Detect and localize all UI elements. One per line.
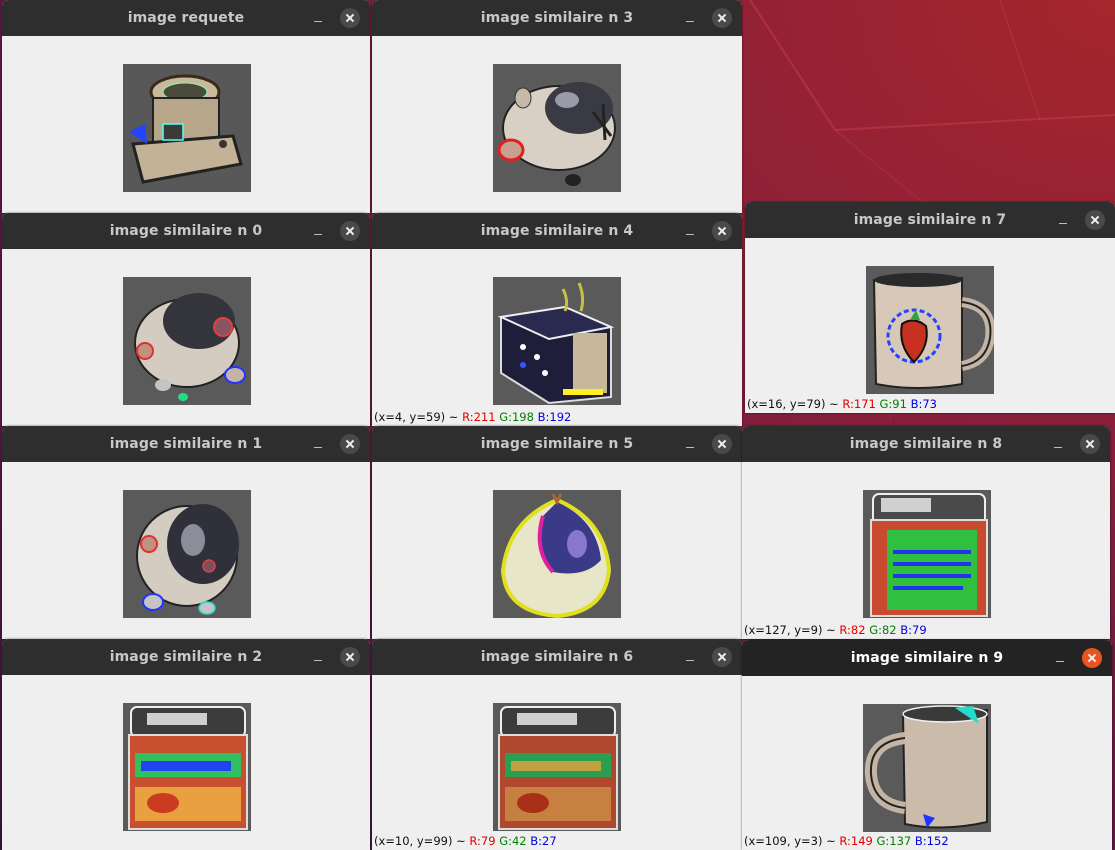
close-icon[interactable]: [712, 221, 732, 241]
window-image-similaire-n7[interactable]: image similaire n 7 (x=16, y=79) ~ R:171…: [745, 202, 1115, 413]
result-image: [863, 704, 991, 832]
status-red: R:171: [842, 397, 876, 411]
titlebar[interactable]: image similaire n 3: [372, 0, 742, 36]
titlebar[interactable]: image similaire n 4: [372, 213, 742, 249]
titlebar[interactable]: image similaire n 7: [745, 202, 1115, 238]
result-image: [866, 266, 994, 394]
window-image-similaire-n5[interactable]: image similaire n 5: [372, 426, 742, 639]
status-coords: (x=109, y=3) ~: [744, 834, 840, 848]
status-red: R:149: [839, 834, 873, 848]
result-image: [123, 490, 251, 618]
result-image: [493, 277, 621, 405]
window-title: image similaire n 8: [849, 436, 1003, 452]
pixel-info-status: (x=109, y=3) ~ R:149 G:137 B:152: [744, 834, 949, 848]
titlebar[interactable]: image similaire n 6: [372, 639, 742, 675]
close-icon[interactable]: [340, 8, 360, 28]
close-icon[interactable]: [712, 8, 732, 28]
titlebar[interactable]: image similaire n 8: [742, 426, 1110, 462]
close-icon[interactable]: [1082, 648, 1102, 668]
pixel-info-status: (x=127, y=9) ~ R:82 G:82 B:79: [744, 623, 927, 637]
status-blue: B:192: [537, 410, 572, 424]
result-image: [863, 490, 991, 618]
minimize-icon[interactable]: [312, 12, 324, 24]
result-image: [493, 64, 621, 192]
close-icon[interactable]: [712, 434, 732, 454]
status-coords: (x=4, y=59) ~: [374, 410, 463, 424]
minimize-icon[interactable]: [312, 651, 324, 663]
query-image: [123, 64, 251, 192]
result-image: [493, 490, 621, 618]
window-title: image requete: [127, 10, 245, 26]
window-image-similaire-n1[interactable]: image similaire n 1: [2, 426, 370, 639]
window-image-similaire-n0[interactable]: image similaire n 0: [2, 213, 370, 426]
pixel-info-status: (x=16, y=79) ~ R:171 G:91 B:73: [747, 397, 937, 411]
titlebar[interactable]: image requete: [2, 0, 370, 36]
window-image-similaire-n4[interactable]: image similaire n 4 (x=4, y=59) ~ R:211 …: [372, 213, 742, 426]
titlebar[interactable]: image similaire n 2: [2, 639, 370, 675]
window-title: image similaire n 3: [480, 10, 634, 26]
status-green: G:42: [499, 834, 527, 848]
window-image-similaire-n6[interactable]: image similaire n 6 (x=10, y=99) ~ R:79 …: [372, 639, 742, 850]
minimize-icon[interactable]: [312, 225, 324, 237]
window-title: image similaire n 7: [853, 212, 1007, 228]
minimize-icon[interactable]: [1057, 214, 1069, 226]
titlebar[interactable]: image similaire n 1: [2, 426, 370, 462]
window-title: image similaire n 0: [109, 223, 263, 239]
status-green: G:137: [876, 834, 912, 848]
status-blue: B:79: [900, 623, 927, 637]
close-icon[interactable]: [340, 647, 360, 667]
status-red: R:82: [839, 623, 866, 637]
titlebar[interactable]: image similaire n 0: [2, 213, 370, 249]
pixel-info-status: (x=4, y=59) ~ R:211 G:198 B:192: [374, 410, 571, 424]
status-coords: (x=16, y=79) ~: [747, 397, 843, 411]
close-icon[interactable]: [1080, 434, 1100, 454]
window-image-similaire-n9[interactable]: image similaire n 9 (x=109, y=3) ~ R:149…: [742, 640, 1112, 850]
window-image-similaire-n3[interactable]: image similaire n 3: [372, 0, 742, 213]
close-icon[interactable]: [712, 647, 732, 667]
status-blue: B:152: [914, 834, 949, 848]
window-title: image similaire n 2: [109, 649, 263, 665]
status-coords: (x=127, y=9) ~: [744, 623, 840, 637]
window-title: image similaire n 4: [480, 223, 634, 239]
status-green: G:91: [879, 397, 907, 411]
close-icon[interactable]: [340, 434, 360, 454]
status-red: R:79: [469, 834, 496, 848]
status-green: G:82: [869, 623, 897, 637]
minimize-icon[interactable]: [684, 438, 696, 450]
status-coords: (x=10, y=99) ~: [374, 834, 470, 848]
window-title: image similaire n 6: [480, 649, 634, 665]
minimize-icon[interactable]: [684, 12, 696, 24]
window-image-similaire-n8[interactable]: image similaire n 8 (x=127, y=9) ~ R:82 …: [742, 426, 1110, 639]
window-image-similaire-n2[interactable]: image similaire n 2: [2, 639, 370, 850]
minimize-icon[interactable]: [312, 438, 324, 450]
close-icon[interactable]: [340, 221, 360, 241]
titlebar[interactable]: image similaire n 5: [372, 426, 742, 462]
status-blue: B:27: [530, 834, 557, 848]
status-red: R:211: [462, 410, 496, 424]
status-green: G:198: [499, 410, 534, 424]
pixel-info-status: (x=10, y=99) ~ R:79 G:42 B:27: [374, 834, 557, 848]
minimize-icon[interactable]: [684, 225, 696, 237]
minimize-icon[interactable]: [684, 651, 696, 663]
window-image-requete[interactable]: image requete: [2, 0, 370, 213]
window-title: image similaire n 9: [850, 650, 1004, 666]
minimize-icon[interactable]: [1052, 438, 1064, 450]
window-title: image similaire n 5: [480, 436, 634, 452]
minimize-icon[interactable]: [1054, 652, 1066, 664]
close-icon[interactable]: [1085, 210, 1105, 230]
result-image: [123, 277, 251, 405]
window-title: image similaire n 1: [109, 436, 263, 452]
result-image: [123, 703, 251, 831]
status-blue: B:73: [910, 397, 937, 411]
result-image: [493, 703, 621, 831]
titlebar[interactable]: image similaire n 9: [742, 640, 1112, 676]
